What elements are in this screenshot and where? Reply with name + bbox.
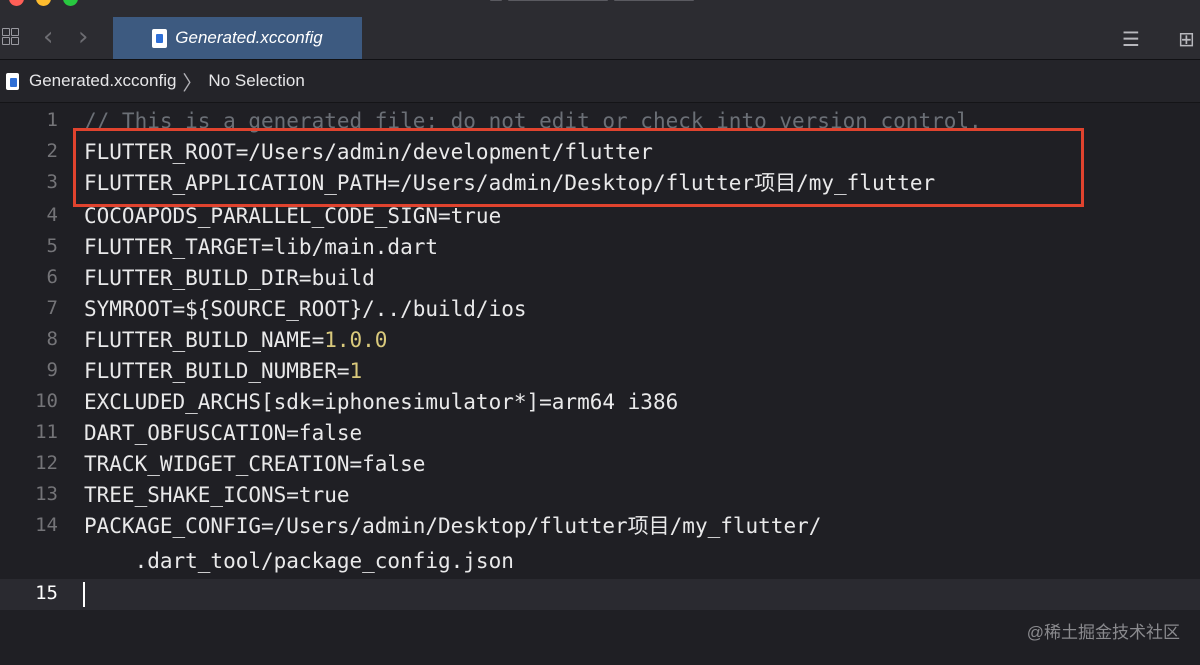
watermark: @稀土掘金技术社区 <box>1026 623 1180 642</box>
window-title <box>490 0 710 3</box>
xcconfig-file-icon <box>152 28 168 48</box>
zoom-window-button[interactable] <box>63 0 78 6</box>
code-editor[interactable]: 15 .dart_tool/package_config.json 14 PACKA… <box>0 103 1200 665</box>
line-number: 7 <box>46 297 58 319</box>
close-window-button[interactable] <box>9 0 24 6</box>
related-items-grid-icon[interactable] <box>2 28 20 46</box>
code-text: FLUTTER_BUILD_DIR=build <box>84 266 375 290</box>
text-caret <box>83 582 85 607</box>
code-line[interactable]: 12 TRACK_WIDGET_CREATION=false <box>0 449 1200 480</box>
line-number: 14 <box>35 514 58 536</box>
line-number: 13 <box>35 483 58 505</box>
code-line[interactable]: 10 EXCLUDED_ARCHS[sdk=iphonesimulator*]=a… <box>0 387 1200 418</box>
code-text: FLUTTER_TARGET=lib/main.dart <box>84 235 439 259</box>
line-number: 15 <box>35 582 58 604</box>
line-number: 10 <box>35 390 58 412</box>
line-number: 11 <box>35 421 58 443</box>
xcconfig-file-icon <box>6 72 19 90</box>
code-text: DART_OBFUSCATION=false <box>84 421 363 445</box>
code-line[interactable]: 8 FLUTTER_BUILD_NAME=1.0.0 <box>0 325 1200 356</box>
code-line[interactable]: 6 FLUTTER_BUILD_DIR=build <box>0 263 1200 294</box>
code-text: TREE_SHAKE_ICONS=true <box>84 483 350 507</box>
line-number: 2 <box>46 140 58 162</box>
highlight-annotation-box <box>73 128 1084 207</box>
numeric-value: 1 <box>349 359 363 383</box>
breadcrumb-file[interactable]: Generated.xcconfig <box>29 71 176 91</box>
code-text: TRACK_WIDGET_CREATION=false <box>84 452 426 476</box>
line-number: 3 <box>46 171 58 193</box>
code-line[interactable]: .dart_tool/package_config.json <box>0 546 1200 577</box>
code-line[interactable]: 13 TREE_SHAKE_ICONS=true <box>0 480 1200 511</box>
code-text: FLUTTER_BUILD_NAME=1.0.0 <box>84 325 387 356</box>
editor-options-icon[interactable]: ☰ <box>1122 27 1140 51</box>
line-number: 1 <box>46 109 58 131</box>
setting-key: FLUTTER_BUILD_NUMBER= <box>84 359 350 383</box>
code-line[interactable]: 11 DART_OBFUSCATION=false <box>0 418 1200 449</box>
code-text: EXCLUDED_ARCHS[sdk=iphonesimulator*]=arm… <box>84 390 679 414</box>
line-number: 12 <box>35 452 58 474</box>
forward-arrow-icon[interactable]: › <box>78 22 88 52</box>
line-number: 5 <box>46 235 58 257</box>
code-line[interactable]: 7 SYMROOT=${SOURCE_ROOT}/../build/ios <box>0 294 1200 325</box>
breadcrumb-chevron-icon: 〉 <box>182 70 203 95</box>
code-text: SYMROOT=${SOURCE_ROOT}/../build/ios <box>84 297 527 321</box>
code-text: PACKAGE_CONFIG=/Users/admin/Desktop/flut… <box>84 514 822 538</box>
code-line[interactable]: 14 PACKAGE_CONFIG=/Users/admin/Desktop/fl… <box>0 511 1200 542</box>
add-editor-icon[interactable]: ⊞ <box>1178 27 1195 51</box>
tab-label: Generated.xcconfig <box>175 28 323 47</box>
setting-key: FLUTTER_BUILD_NAME= <box>84 328 325 352</box>
minimize-window-button[interactable] <box>36 0 51 6</box>
code-line[interactable]: 15 <box>0 579 1200 610</box>
numeric-value: 1.0.0 <box>324 328 388 352</box>
breadcrumb-selection[interactable]: No Selection <box>208 71 304 91</box>
line-number: 6 <box>46 266 58 288</box>
tab-bar: ‹ › Generated.xcconfig ☰ ⊞ <box>0 0 1200 60</box>
line-number: 4 <box>46 204 58 226</box>
line-number: 8 <box>46 328 58 350</box>
tab-generated-xcconfig[interactable]: Generated.xcconfig <box>113 17 362 59</box>
back-arrow-icon[interactable]: ‹ <box>43 22 53 52</box>
line-number: 9 <box>46 359 58 381</box>
code-line[interactable]: 9 FLUTTER_BUILD_NUMBER=1 <box>0 356 1200 387</box>
breadcrumb: Generated.xcconfig 〉 No Selection <box>0 60 1200 103</box>
code-text: FLUTTER_BUILD_NUMBER=1 <box>84 356 362 387</box>
code-text: .dart_tool/package_config.json <box>84 549 514 573</box>
code-line[interactable]: 5 FLUTTER_TARGET=lib/main.dart <box>0 232 1200 263</box>
